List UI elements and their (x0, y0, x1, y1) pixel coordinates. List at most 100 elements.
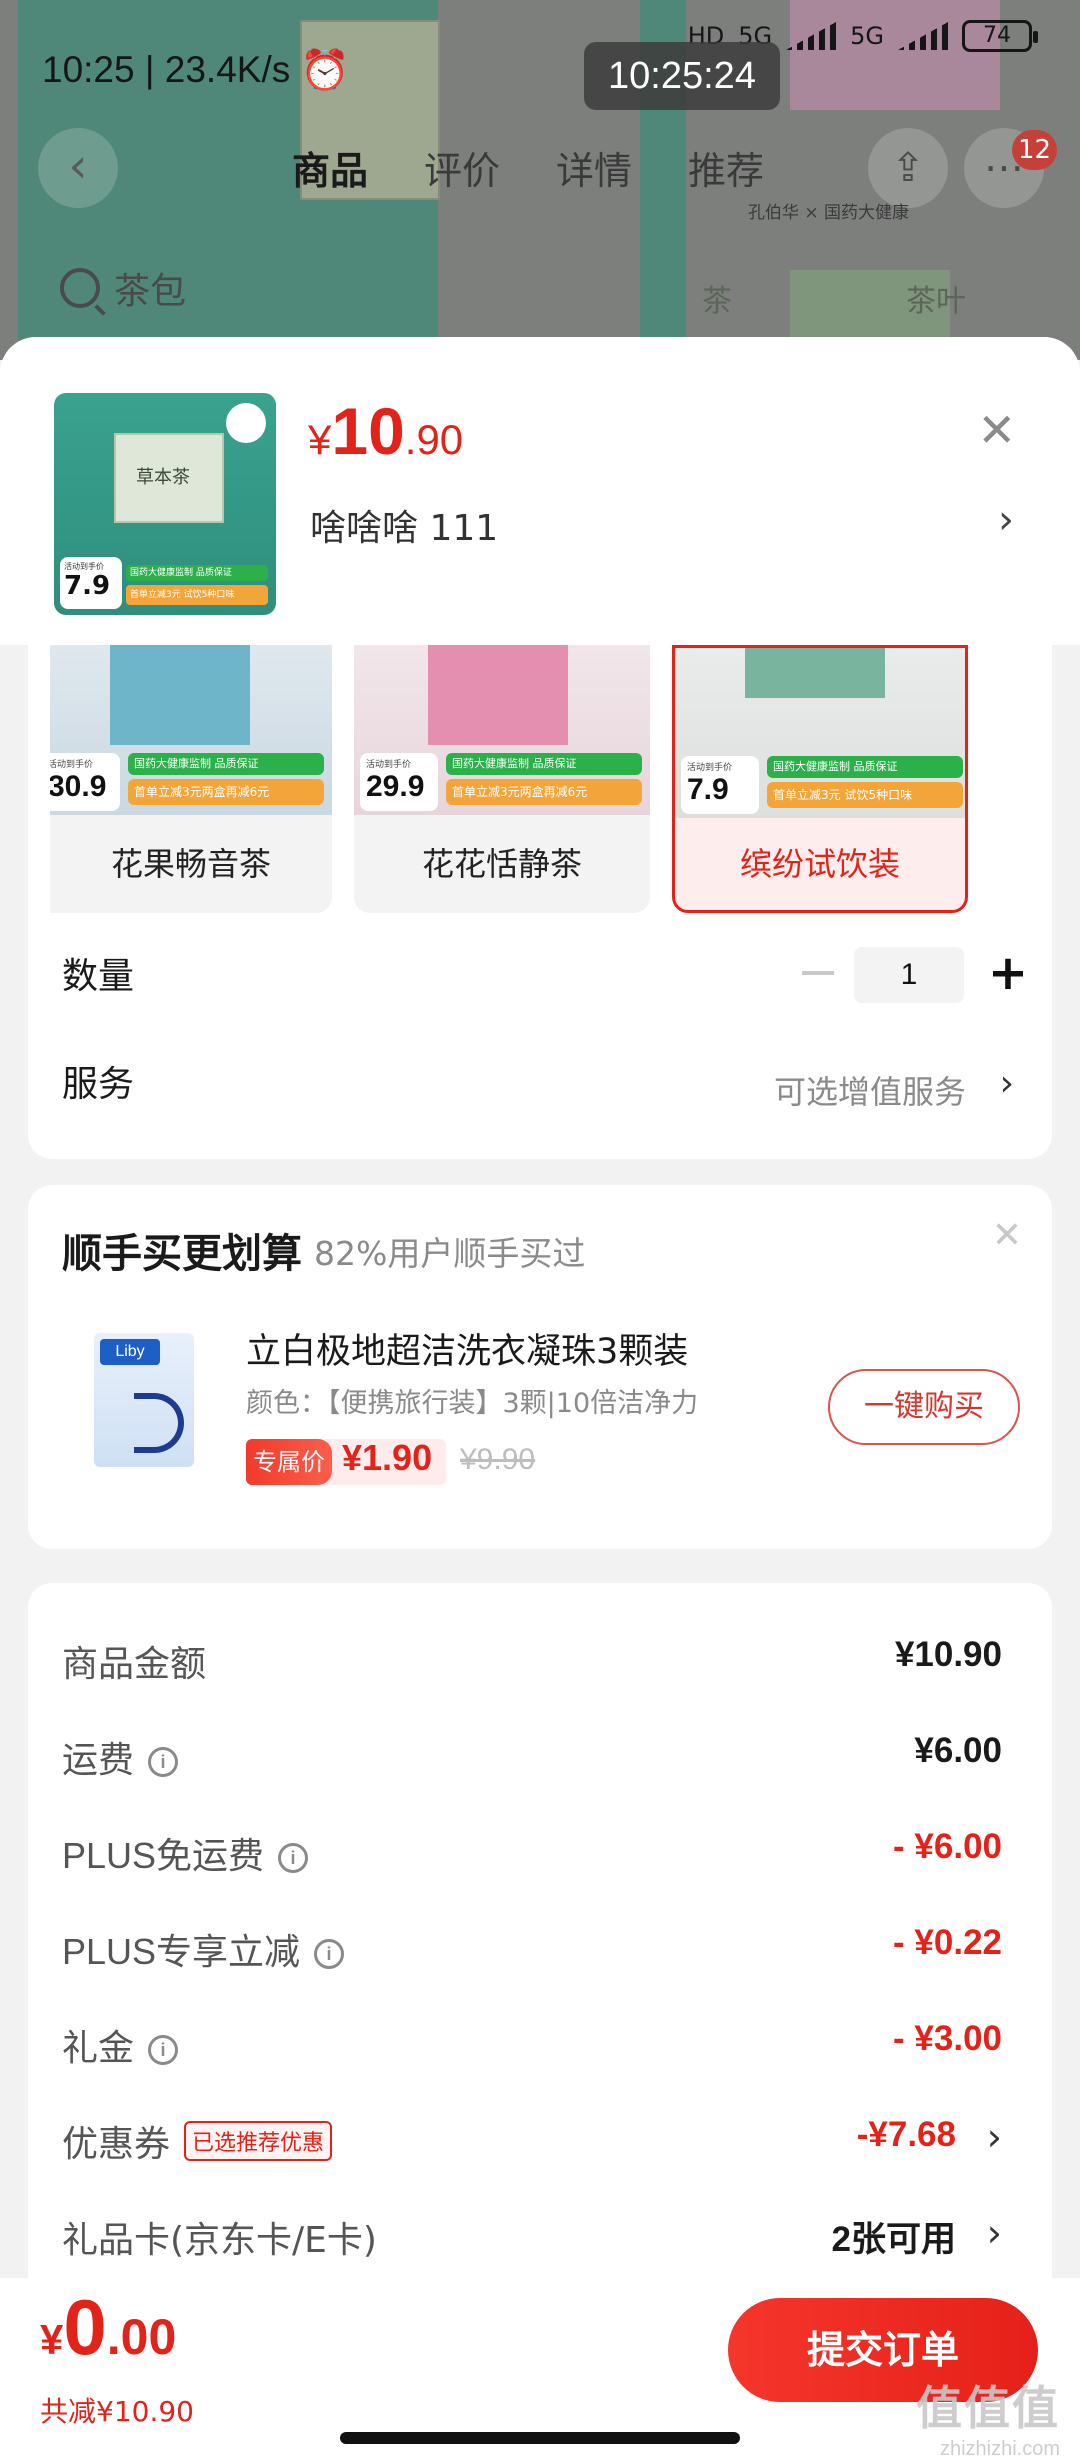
price-summary-card: 商品金额 ¥10.90 运费 i ¥6.00 PLUS免运费 i - ¥6.00 P… (28, 1583, 1052, 2343)
recommended-coupon-badge: 已选推荐优惠 (184, 2121, 333, 2161)
summary-label: 商品金额 (62, 1644, 207, 1685)
back-button[interactable]: ‹ (38, 128, 118, 208)
total-saved: 共减¥10.90 (40, 2395, 194, 2428)
summary-row-gift-card[interactable]: 礼品卡(京东卡/E卡) 2张可用 › (62, 2203, 1002, 2263)
product-price: ¥10.90 (308, 393, 463, 469)
variant-flag-price: 29.9 (366, 770, 425, 803)
summary-value: -¥7.68 (856, 2115, 956, 2154)
summary-label: 礼金 (62, 2028, 135, 2069)
service-option[interactable]: 可选增值服务 (774, 1067, 966, 1113)
summary-label: 运费 (62, 1740, 135, 1781)
screen-time-overlay: 10:25:24 (584, 42, 780, 110)
thumb-promo-strip: 首单立减3元 试饮5种口味 (126, 585, 268, 605)
tab-goods[interactable]: 商品 (292, 140, 368, 195)
variant-flag-price: 7.9 (687, 773, 729, 806)
thumb-quality-strip: 国药大健康监制 品质保证 (126, 565, 268, 581)
summary-label: PLUS免运费 (62, 1835, 265, 1876)
tab-details[interactable]: 详情 (556, 140, 632, 195)
addon-price: ¥1.90 (342, 1437, 433, 1478)
summary-label-wrap: PLUS免运费 i (62, 1827, 309, 1879)
total-decimal: .00 (106, 2309, 177, 2365)
watermark: 值值值 zhizhizhi.com (916, 2372, 1060, 2460)
price-integer: 10 (331, 394, 405, 468)
variant-quality-strip: 国药大健康监制 品质保证 (128, 753, 324, 775)
close-icon[interactable]: ✕ (992, 1215, 1022, 1256)
summary-row-plus-free-shipping: PLUS免运费 i - ¥6.00 (62, 1819, 1002, 1879)
variant-option-2[interactable]: 国药大健康监制 品质保证 首单立减3元两盒再减6元 活动到手价 29.9 花花恬… (354, 645, 650, 913)
summary-label: 优惠券 (62, 2124, 171, 2165)
addon-product-name[interactable]: 立白极地超洁洗衣凝珠3颗装 (246, 1323, 688, 1374)
share-icon: ⇪ (891, 145, 925, 191)
home-indicator[interactable] (340, 2432, 740, 2444)
info-icon[interactable]: i (314, 1939, 345, 1969)
minus-icon (802, 971, 834, 975)
chevron-right-icon[interactable]: › (987, 2115, 1002, 2159)
variant-label: 缤纷试饮装 (739, 845, 900, 883)
tab-reviews[interactable]: 评价 (424, 140, 500, 195)
background-brand-text: 孔伯华 × 国药大健康 (748, 203, 910, 223)
order-sheet: 国药大健康监制 品质保证 首单立减3元 试饮5种口味 活动到手价 7.9 ¥10… (0, 337, 1080, 2460)
summary-row-shipping: 运费 i ¥6.00 (62, 1723, 1002, 1783)
price-currency: ¥ (308, 416, 332, 463)
watermark-logo: 值值值 (916, 2381, 1060, 2435)
liby-logo: Liby (100, 1339, 160, 1365)
background-category-1: 茶 (702, 284, 732, 319)
summary-label-wrap: 优惠券 已选推荐优惠 (62, 2115, 333, 2167)
search-icon (60, 268, 100, 308)
variant-package-image (110, 645, 250, 745)
share-button[interactable]: ⇪ (868, 128, 948, 208)
variant-quality-strip: 国药大健康监制 品质保证 (767, 756, 963, 778)
quantity-increase-button[interactable]: + (980, 937, 1036, 1009)
variant-option-3-selected[interactable]: 国药大健康监制 品质保证 首单立减3元 试饮5种口味 活动到手价 7.9 缤纷试… (672, 645, 968, 913)
summary-label-wrap: 运费 i (62, 1731, 179, 1783)
chevron-right-icon[interactable]: › (1000, 1063, 1014, 1104)
background-product-page: 10:25 | 23.4K/s ⏰ HD 5G 5G 74 10:25:24 ‹… (0, 0, 1080, 360)
signal-icon (786, 22, 837, 50)
close-icon[interactable]: ✕ (977, 407, 1016, 453)
variant-flag-price: 30.9 (50, 770, 107, 803)
tab-recommend[interactable]: 推荐 (688, 140, 764, 195)
variant-package-image (428, 645, 568, 745)
summary-value: - ¥3.00 (893, 2019, 1002, 2058)
summary-value: 2张可用 (831, 2220, 956, 2259)
variant-promo-strip: 首单立减3元两盒再减6元 (128, 779, 324, 805)
addon-card: 顺手买更划算 82%用户顺手买过 ✕ Liby 立白极地超洁洗衣凝珠3颗装 颜色… (28, 1185, 1052, 1549)
summary-row-coupon[interactable]: 优惠券 已选推荐优惠 -¥7.68 › (62, 2107, 1002, 2167)
summary-row-plus-discount: PLUS专享立减 i - ¥0.22 (62, 1915, 1002, 1975)
thumb-flag-label: 活动到手价 (64, 562, 104, 571)
price-decimal: .90 (404, 416, 464, 463)
background-search-text: 茶包 (114, 271, 187, 312)
status-time-speed: 10:25 | 23.4K/s (42, 49, 291, 90)
variant-flag-label: 活动到手价 (366, 760, 412, 770)
variant-option-1[interactable]: 国药大健康监制 品质保证 首单立减3元两盒再减6元 活动到手价 30.9 花果畅… (50, 645, 332, 913)
info-icon[interactable]: i (278, 1843, 309, 1873)
background-tabs: 商品 评价 详情 推荐 (292, 140, 764, 195)
info-icon[interactable]: i (148, 2035, 179, 2065)
summary-label-wrap: PLUS专享立减 i (62, 1923, 345, 1975)
quantity-input[interactable]: 1 (854, 947, 964, 1003)
one-click-buy-button[interactable]: 一键购买 (828, 1369, 1020, 1445)
signal-icon-2 (898, 22, 948, 50)
selected-spec[interactable]: 啥啥啥 111 (310, 499, 498, 551)
addon-product-image[interactable]: Liby (94, 1333, 194, 1467)
product-thumbnail[interactable]: 国药大健康监制 品质保证 首单立减3元 试饮5种口味 活动到手价 7.9 (54, 393, 276, 615)
variant-package-image (745, 648, 885, 698)
watermark-url: zhizhizhi.com (939, 2438, 1060, 2460)
chevron-right-icon[interactable]: › (998, 497, 1014, 543)
service-label: 服务 (62, 1064, 135, 1105)
addon-subtitle: 82%用户顺手买过 (314, 1234, 586, 1273)
thumb-price-flag: 活动到手价 7.9 (60, 557, 122, 609)
chevron-left-icon: ‹ (68, 138, 88, 194)
summary-row-goods-amount: 商品金额 ¥10.90 (62, 1627, 1002, 1687)
background-search[interactable]: 茶包 (60, 262, 186, 314)
quantity-label: 数量 (62, 956, 135, 997)
summary-value: - ¥6.00 (893, 1827, 1002, 1866)
variant-flag-label: 活动到手价 (50, 760, 94, 770)
chevron-right-icon[interactable]: › (987, 2211, 1002, 2255)
thumb-flag-price: 7.9 (64, 571, 111, 601)
summary-value: ¥6.00 (914, 1731, 1002, 1770)
variant-price-flag: 活动到手价 7.9 (681, 756, 759, 814)
variant-flag-label: 活动到手价 (687, 763, 733, 773)
info-icon[interactable]: i (148, 1747, 179, 1777)
message-count-badge: 12 (1012, 130, 1058, 170)
